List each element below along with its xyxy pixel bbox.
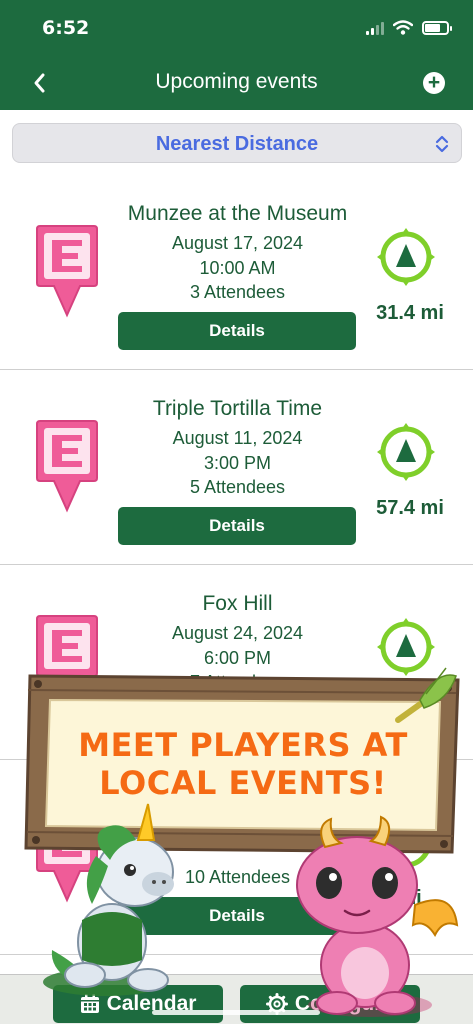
event-time: 10:00 AM (199, 258, 276, 278)
wifi-icon (393, 20, 413, 35)
configure-button[interactable]: Configure (240, 985, 420, 1023)
event-attendees: 3 Attendees (189, 282, 286, 302)
event-distance: mi (398, 887, 422, 909)
event-date: August 11, 2024 (172, 428, 303, 448)
compass-direction-icon (377, 423, 435, 481)
details-button[interactable]: Details (118, 897, 356, 935)
event-date: August 24, 2024 (171, 623, 304, 643)
status-icons (366, 20, 452, 35)
status-bar: 6:52 (0, 0, 473, 58)
event-name: Triple Tortilla Time (152, 397, 323, 420)
event-distance: 57.4 mi (376, 497, 444, 519)
munzee-pin-icon (36, 420, 98, 513)
chevron-up-down-icon (435, 135, 449, 153)
compass-direction-icon (377, 618, 435, 676)
munzee-pin-icon (36, 810, 98, 903)
details-button[interactable]: Details (118, 702, 356, 740)
event-attendees: 5 Attendees (189, 477, 286, 497)
event-row: Fox Hill August 24, 2024 6:00 PM 7 Atten… (0, 565, 473, 760)
add-event-plus-icon[interactable]: + (423, 72, 445, 94)
page-title: Upcoming events (155, 70, 318, 93)
event-row: Munzee at the Museum August 17, 2024 10:… (0, 175, 473, 370)
event-name: Munzee at the Museum (127, 202, 348, 225)
sort-selector[interactable]: Nearest Distance (12, 123, 462, 163)
details-button[interactable]: Details (118, 312, 356, 350)
event-attendees: 7 Attendees (189, 672, 286, 692)
munzee-pin-icon (36, 225, 98, 318)
event-date: August 17, 2024 (171, 233, 304, 253)
calendar-button[interactable]: Calendar (53, 985, 223, 1023)
sort-selected-value: Nearest Distance (155, 133, 319, 155)
calendar-icon (80, 994, 99, 1013)
compass-direction-icon (377, 228, 435, 286)
cellular-signal-icon (366, 21, 384, 35)
event-row: 10 Attendees Details mi (0, 760, 473, 955)
status-time: 6:52 (42, 17, 90, 39)
home-indicator (152, 1010, 320, 1015)
event-distance: 31.4 mi (376, 302, 444, 324)
event-time: 3:00 PM (203, 453, 272, 473)
details-button[interactable]: Details (118, 507, 356, 545)
event-attendees: 10 Attendees (184, 867, 291, 887)
event-name: Fox Hill (202, 592, 273, 615)
navigation-bar: Upcoming events + (0, 58, 473, 110)
compass-direction-icon (377, 813, 435, 871)
munzee-pin-icon (36, 615, 98, 708)
battery-icon (422, 20, 452, 35)
bottom-toolbar: Calendar Configure (0, 974, 473, 1024)
event-time: 6:00 PM (203, 648, 272, 668)
event-row: Triple Tortilla Time August 11, 2024 3:0… (0, 370, 473, 565)
